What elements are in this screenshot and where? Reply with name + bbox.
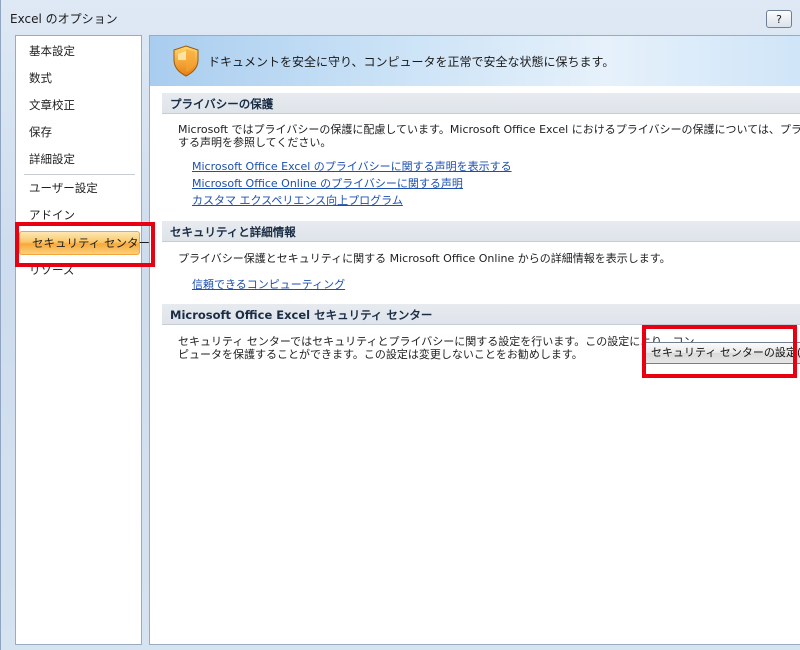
banner-text: ドキュメントを安全に守り、コンピュータを正常で安全な状態に保ちます。 <box>208 55 615 69</box>
privacy-description-cont: する声明を参照してください。 <box>178 136 332 149</box>
excel-privacy-statement-link[interactable]: Microsoft Office Excel のプライバシーに関する声明を表示す… <box>192 158 512 174</box>
sidebar-item-formulas[interactable]: 数式 <box>17 66 140 90</box>
highlight-box-trust-center-item <box>15 222 155 267</box>
sidebar-nav: 基本設定 数式 文章校正 保存 詳細設定 ユーザー設定 アドイン セキュリティ … <box>15 35 150 645</box>
highlight-box-settings-button <box>642 325 797 378</box>
security-info-description: プライバシー保護とセキュリティに関する Microsoft Office Onl… <box>178 252 671 265</box>
help-button[interactable]: ? <box>766 10 792 28</box>
sidebar-item-proofing[interactable]: 文章校正 <box>17 93 140 117</box>
customer-experience-link[interactable]: カスタマ エクスペリエンス向上プログラム <box>192 192 403 208</box>
shield-icon <box>173 45 199 77</box>
privacy-description: Microsoft ではプライバシーの保護に配慮しています。Microsoft … <box>178 123 800 136</box>
dialog-title: Excel のオプション <box>10 12 118 26</box>
security-info-heading: セキュリティと詳細情報 <box>170 225 296 239</box>
security-info-section-header: セキュリティと詳細情報 <box>162 221 800 242</box>
trust-center-description-cont: ピュータを保護することができます。この設定は変更しないことをお勧めします。 <box>178 348 583 361</box>
sidebar-item-advanced[interactable]: 詳細設定 <box>17 147 140 171</box>
trustworthy-computing-link[interactable]: 信頼できるコンピューティング <box>192 276 345 292</box>
header-banner: ドキュメントを安全に守り、コンピュータを正常で安全な状態に保ちます。 <box>150 36 800 86</box>
trust-center-description: セキュリティ センターではセキュリティとプライバシーに関する設定を行います。この… <box>178 335 695 348</box>
sidebar-item-popular[interactable]: 基本設定 <box>17 39 140 63</box>
sidebar-item-save[interactable]: 保存 <box>17 120 140 144</box>
privacy-heading: プライバシーの保護 <box>170 97 274 111</box>
privacy-section-header: プライバシーの保護 <box>162 93 800 114</box>
sidebar-item-customize[interactable]: ユーザー設定 <box>17 176 140 200</box>
online-privacy-statement-link[interactable]: Microsoft Office Online のプライバシーに関する声明 <box>192 175 463 191</box>
options-dialog: Excel のオプション ? 基本設定 数式 文章校正 保存 詳細設定 ユーザー… <box>0 0 800 650</box>
sidebar-divider <box>24 174 135 175</box>
trust-center-section-header: Microsoft Office Excel セキュリティ センター <box>162 304 800 325</box>
trust-center-heading: Microsoft Office Excel セキュリティ センター <box>170 308 433 322</box>
title-bar: Excel のオプション ? <box>1 0 800 34</box>
